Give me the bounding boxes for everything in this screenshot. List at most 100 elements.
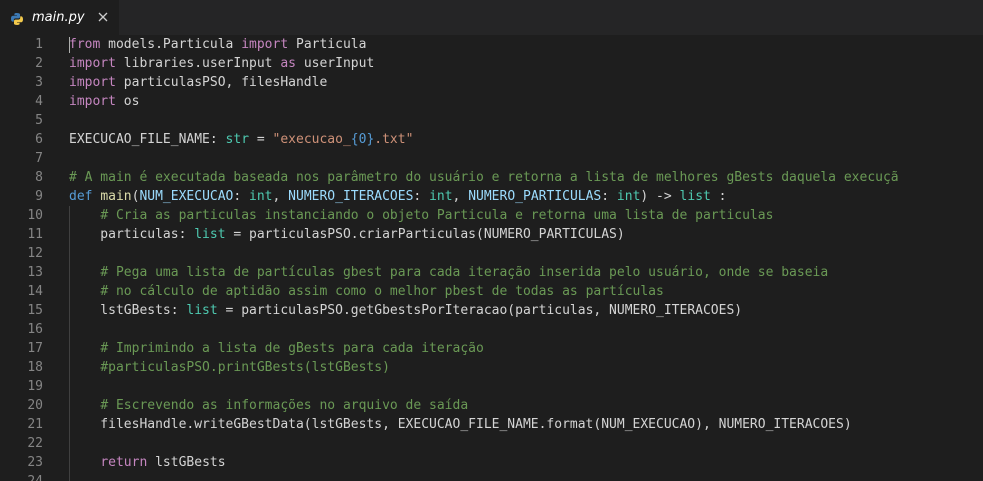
line-number: 1 xyxy=(35,37,43,52)
line-number: 22 xyxy=(27,436,43,451)
line-number: 3 xyxy=(35,75,43,90)
line-number: 10 xyxy=(27,208,43,223)
code-token: particulas: xyxy=(69,227,195,242)
code-token: #particulasPSO.printGBests(lstGBests) xyxy=(100,360,390,375)
code-token: : xyxy=(710,189,727,204)
code-token: int xyxy=(249,189,273,204)
code-line[interactable]: 20 # Escrevendo as informações no arquiv… xyxy=(0,396,983,415)
code-text: # Pega uma lista de partículas gbest par… xyxy=(69,263,828,282)
code-line[interactable]: 19 xyxy=(0,377,983,396)
code-line[interactable]: 10 # Cria as particulas instanciando o o… xyxy=(0,206,983,225)
tab-bar: main.py xyxy=(0,0,983,35)
line-number: 2 xyxy=(35,56,43,71)
code-line[interactable]: 1 from models.Particula import Particula xyxy=(0,35,983,54)
code-line[interactable]: 23 return lstGBests xyxy=(0,453,983,472)
code-token: models.Particula xyxy=(100,37,242,52)
code-token: lstGBests xyxy=(147,455,226,470)
code-line[interactable]: 21 filesHandle.writeGBestData(lstGBests,… xyxy=(0,415,983,434)
line-number: 7 xyxy=(35,151,43,166)
code-token: .txt" xyxy=(374,132,414,147)
line-number: 9 xyxy=(35,189,43,204)
code-line[interactable]: 13 # Pega uma lista de partículas gbest … xyxy=(0,263,983,282)
code-token: # Imprimindo a lista de gBests para cada… xyxy=(100,341,484,356)
line-number: 13 xyxy=(27,265,43,280)
code-line[interactable]: 11 particulas: list = particulasPSO.cria… xyxy=(0,225,983,244)
line-number: 5 xyxy=(35,113,43,128)
code-editor[interactable]: 1 from models.Particula import Particula 2… xyxy=(0,35,983,481)
code-line[interactable]: 17 # Imprimindo a lista de gBests para c… xyxy=(0,339,983,358)
code-line[interactable]: 14 # no cálculo de aptidão assim como o … xyxy=(0,282,983,301)
code-line[interactable]: 6 EXECUCAO_FILE_NAME: str = "execucao_{0}… xyxy=(0,130,983,149)
code-token: def xyxy=(69,189,93,204)
code-token: EXECUCAO_FILE_NAME: xyxy=(69,132,226,147)
line-number: 19 xyxy=(27,379,43,394)
code-line[interactable]: 15 lstGBests: list = particulasPSO.getGb… xyxy=(0,301,983,320)
code-token: libraries.userInput xyxy=(115,56,281,71)
code-token: import xyxy=(241,37,289,52)
line-number: 21 xyxy=(27,417,43,432)
text-cursor xyxy=(69,37,70,53)
code-token: = particulasPSO.getGbestsPorIteracao(par… xyxy=(217,303,743,318)
code-line[interactable]: 9 def main(NUM_EXECUCAO: int, NUMERO_ITER… xyxy=(0,187,983,206)
code-text: # Cria as particulas instanciando o obje… xyxy=(69,206,773,225)
code-token: return xyxy=(100,455,148,470)
line-number: 12 xyxy=(27,246,43,261)
code-line[interactable]: 4 import os xyxy=(0,92,983,111)
code-token: main xyxy=(100,189,132,204)
code-text: filesHandle.writeGBestData(lstGBests, EX… xyxy=(69,415,852,434)
line-number: 18 xyxy=(27,360,43,375)
code-text: return lstGBests xyxy=(69,453,226,472)
code-token: import xyxy=(69,75,116,90)
code-line[interactable]: 8 # A main é executada baseada nos parâme… xyxy=(0,168,983,187)
code-line[interactable]: 2 import libraries.userInput as userInput xyxy=(0,54,983,73)
code-text: # no cálculo de aptidão assim como o mel… xyxy=(69,282,664,301)
code-token: list xyxy=(186,303,218,318)
code-text: particulas: list = particulasPSO.criarPa… xyxy=(69,225,624,244)
code-text: import libraries.userInput as userInput xyxy=(69,54,374,73)
code-token: : xyxy=(413,189,430,204)
code-token: # no cálculo de aptidão assim como o mel… xyxy=(100,284,664,299)
line-number: 23 xyxy=(27,455,43,470)
code-text: lstGBests: list = particulasPSO.getGbest… xyxy=(69,301,742,320)
code-token: userInput xyxy=(296,56,375,71)
code-token: NUMERO_PARTICULAS xyxy=(468,189,602,204)
code-line[interactable]: 22 xyxy=(0,434,983,453)
line-number: 20 xyxy=(27,398,43,413)
code-text: # A main é executada baseada nos parâmet… xyxy=(69,168,899,187)
code-text: import particulasPSO, filesHandle xyxy=(69,73,327,92)
code-token: NUMERO_ITERACOES xyxy=(288,189,414,204)
code-line[interactable]: 3 import particulasPSO, filesHandle xyxy=(0,73,983,92)
close-icon[interactable] xyxy=(94,8,112,26)
code-token: int xyxy=(616,189,641,204)
tab-main-py[interactable]: main.py xyxy=(0,0,119,35)
code-token: str xyxy=(225,132,250,147)
code-text: import os xyxy=(69,92,139,111)
code-line[interactable]: 16 xyxy=(0,320,983,339)
code-token: , xyxy=(452,189,469,204)
code-text: EXECUCAO_FILE_NAME: str = "execucao_{0}.… xyxy=(69,130,413,149)
code-token: as xyxy=(280,56,296,71)
code-line[interactable]: 18 #particulasPSO.printGBests(lstGBests) xyxy=(0,358,983,377)
code-token: NUM_EXECUCAO xyxy=(139,189,234,204)
code-token: ) -> xyxy=(640,189,680,204)
code-token: = xyxy=(249,132,273,147)
code-line[interactable]: 5 xyxy=(0,111,983,130)
code-token: : xyxy=(233,189,250,204)
code-token: # A main é executada baseada nos parâmet… xyxy=(69,170,899,185)
python-icon xyxy=(10,11,24,25)
code-line[interactable]: 7 xyxy=(0,149,983,168)
code-token: list xyxy=(679,189,711,204)
tab-title: main.py xyxy=(32,10,85,25)
code-token: # Escrevendo as informações no arquivo d… xyxy=(100,398,469,413)
code-token: filesHandle.writeGBestData(lstGBests, EX… xyxy=(69,417,852,432)
code-text: # Imprimindo a lista de gBests para cada… xyxy=(69,339,484,358)
line-number: 11 xyxy=(27,227,43,242)
code-token: {0} xyxy=(350,132,375,147)
code-line[interactable]: 12 xyxy=(0,244,983,263)
code-line[interactable]: 24 xyxy=(0,472,983,481)
